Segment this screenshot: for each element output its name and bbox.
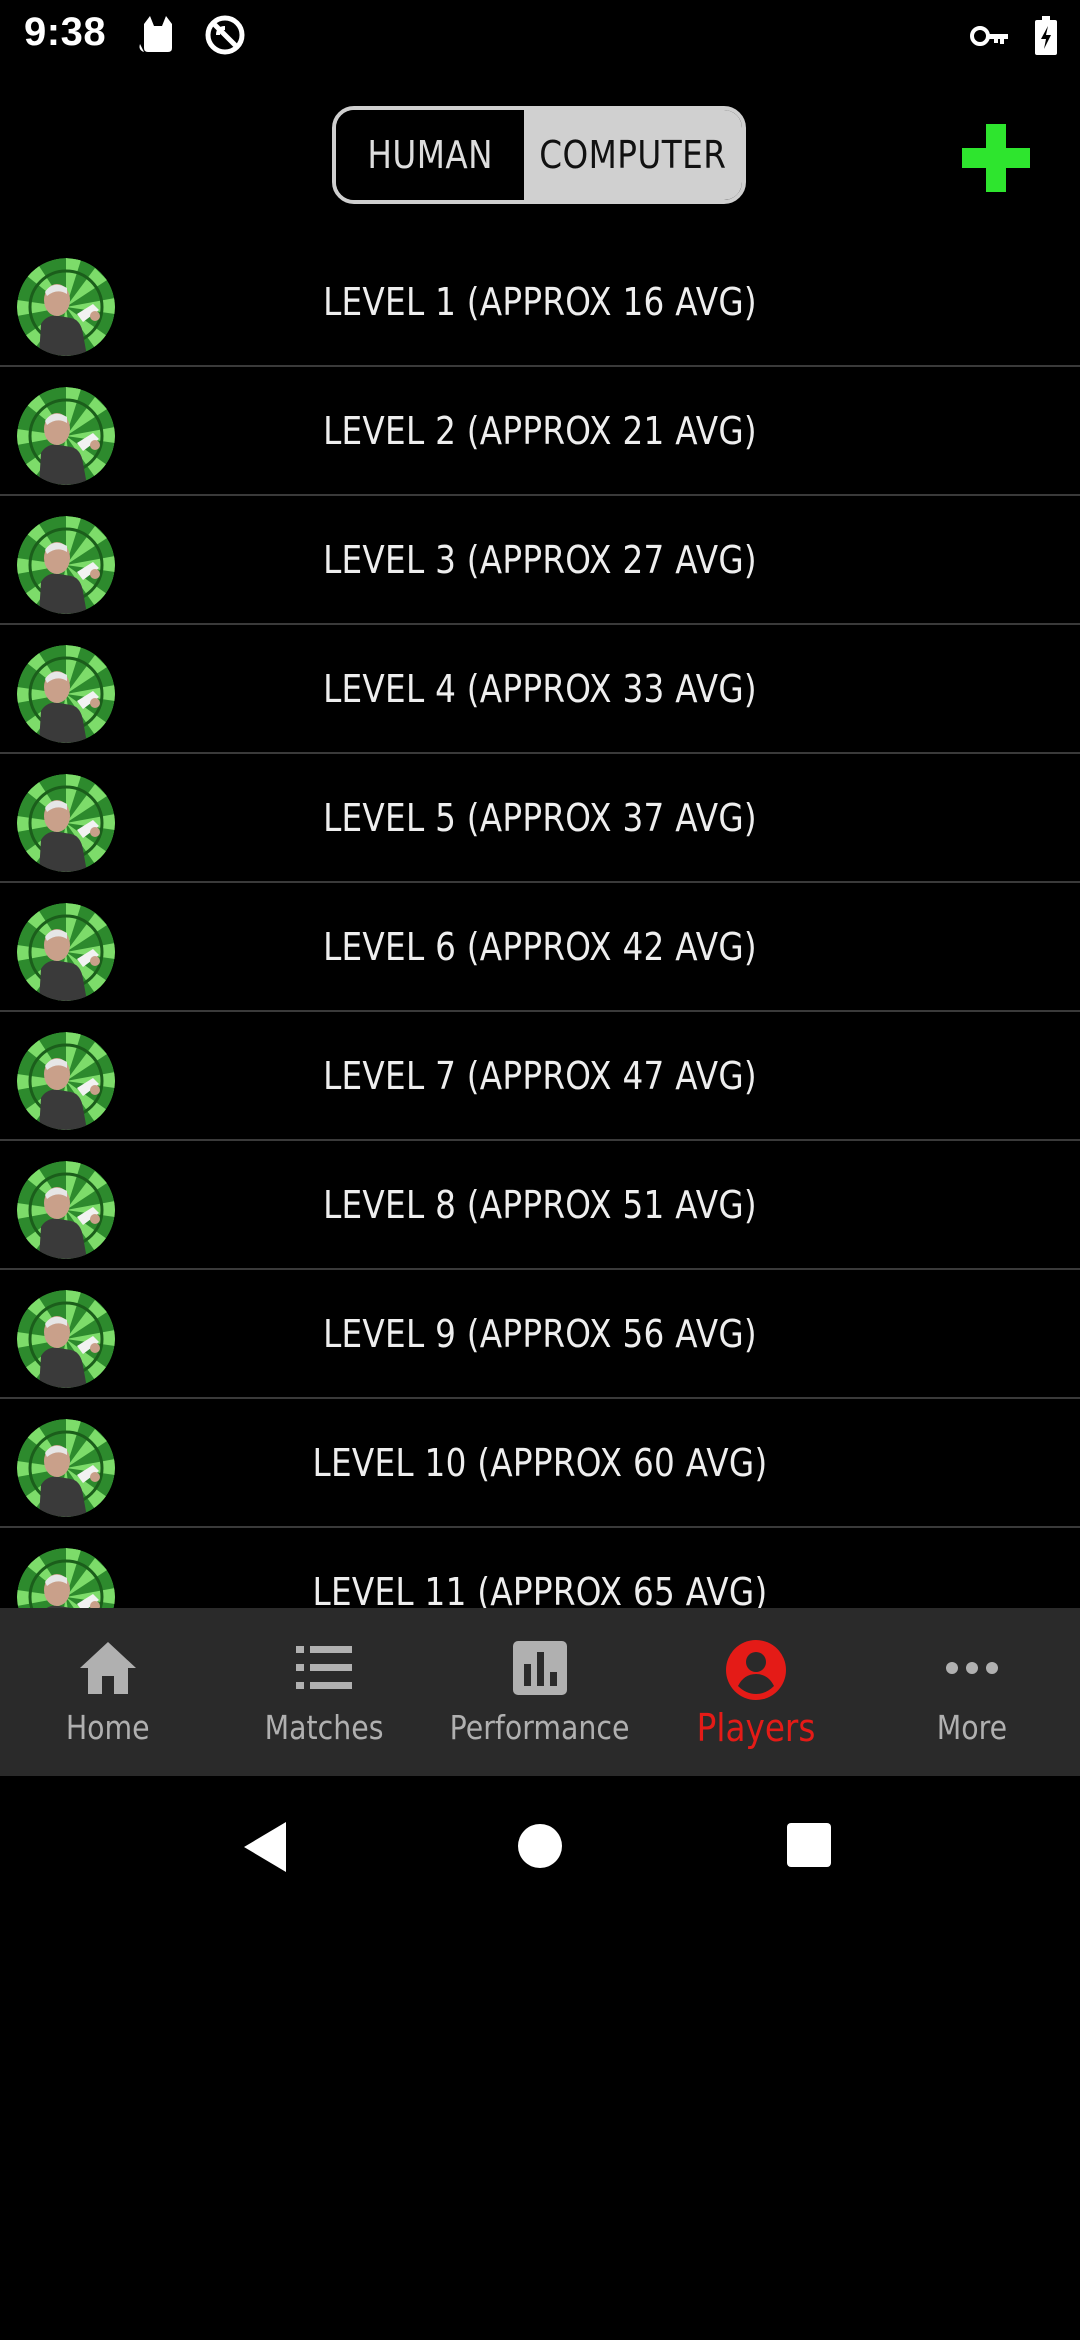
player-name: LEVEL 1 (APPROX 16 AVG) [323,279,757,324]
bar-chart-icon [513,1641,567,1695]
status-time: 9:38 [24,10,107,54]
player-row[interactable]: LEVEL 3 (APPROX 27 AVG) [0,496,1080,625]
player-row[interactable]: LEVEL 6 (APPROX 42 AVG) [0,883,1080,1012]
tab-home-label: Home [66,1708,150,1747]
sync-off-icon [204,14,246,61]
home-circle-icon [518,1824,562,1868]
more-dots-icon [946,1662,998,1674]
player-name: LEVEL 2 (APPROX 21 AVG) [323,408,757,453]
key-icon [970,24,1010,53]
list-icon [296,1646,352,1689]
player-row[interactable]: LEVEL 1 (APPROX 16 AVG) [0,238,1080,367]
player-row[interactable]: LEVEL 10 (APPROX 60 AVG) [0,1399,1080,1528]
recents-square-icon [787,1823,831,1867]
home-icon [80,1642,136,1694]
plus-icon [962,124,1030,192]
system-navigation-bar [0,1776,1080,1920]
account-circle-icon [726,1640,786,1700]
status-bar: 9:38 [0,0,1080,72]
players-header: HUMAN COMPUTER [0,100,1080,210]
player-row[interactable]: LEVEL 5 (APPROX 37 AVG) [0,754,1080,883]
player-type-toggle: HUMAN COMPUTER [332,106,746,204]
cat-icon [138,14,178,61]
nav-home-button[interactable] [516,1822,564,1875]
tab-more[interactable]: More [864,1608,1080,1776]
nav-recents-button[interactable] [786,1822,832,1873]
tab-players-label: Players [696,1706,816,1750]
player-name: LEVEL 5 (APPROX 37 AVG) [323,795,757,840]
tab-home[interactable]: Home [0,1608,216,1776]
player-name: LEVEL 3 (APPROX 27 AVG) [323,537,757,582]
back-icon [244,1822,286,1872]
segment-human-label: HUMAN [367,133,494,177]
player-name: LEVEL 7 (APPROX 47 AVG) [323,1053,757,1098]
tab-matches-label: Matches [264,1708,384,1747]
tab-performance[interactable]: Performance [432,1608,648,1776]
player-name: LEVEL 10 (APPROX 60 AVG) [312,1440,768,1485]
player-row[interactable]: LEVEL 4 (APPROX 33 AVG) [0,625,1080,754]
player-name: LEVEL 6 (APPROX 42 AVG) [323,924,757,969]
player-row[interactable]: LEVEL 2 (APPROX 21 AVG) [0,367,1080,496]
tab-more-label: More [936,1708,1008,1747]
player-name: LEVEL 4 (APPROX 33 AVG) [323,666,757,711]
segment-human[interactable]: HUMAN [336,110,525,200]
player-name: LEVEL 11 (APPROX 65 AVG) [312,1569,768,1609]
player-name: LEVEL 8 (APPROX 51 AVG) [323,1182,757,1227]
tab-players[interactable]: Players [648,1608,864,1776]
segment-computer[interactable]: COMPUTER [524,110,742,200]
player-row[interactable]: LEVEL 7 (APPROX 47 AVG) [0,1012,1080,1141]
player-row[interactable]: LEVEL 8 (APPROX 51 AVG) [0,1141,1080,1270]
tab-performance-label: Performance [450,1708,630,1747]
player-row[interactable]: LEVEL 9 (APPROX 56 AVG) [0,1270,1080,1399]
battery-charging-icon [1034,16,1058,61]
segment-computer-label: COMPUTER [539,133,727,177]
computer-player-list[interactable]: LEVEL 1 (APPROX 16 AVG) LEVEL 2 (APPROX … [0,238,1080,1608]
player-row[interactable]: LEVEL 11 (APPROX 65 AVG) [0,1528,1080,1608]
nav-back-button[interactable] [240,1820,290,1879]
bottom-tab-bar: Home Matches Performance Players More [0,1608,1080,1776]
add-player-button[interactable] [958,120,1034,196]
player-name: LEVEL 9 (APPROX 56 AVG) [323,1311,757,1356]
tab-matches[interactable]: Matches [216,1608,432,1776]
